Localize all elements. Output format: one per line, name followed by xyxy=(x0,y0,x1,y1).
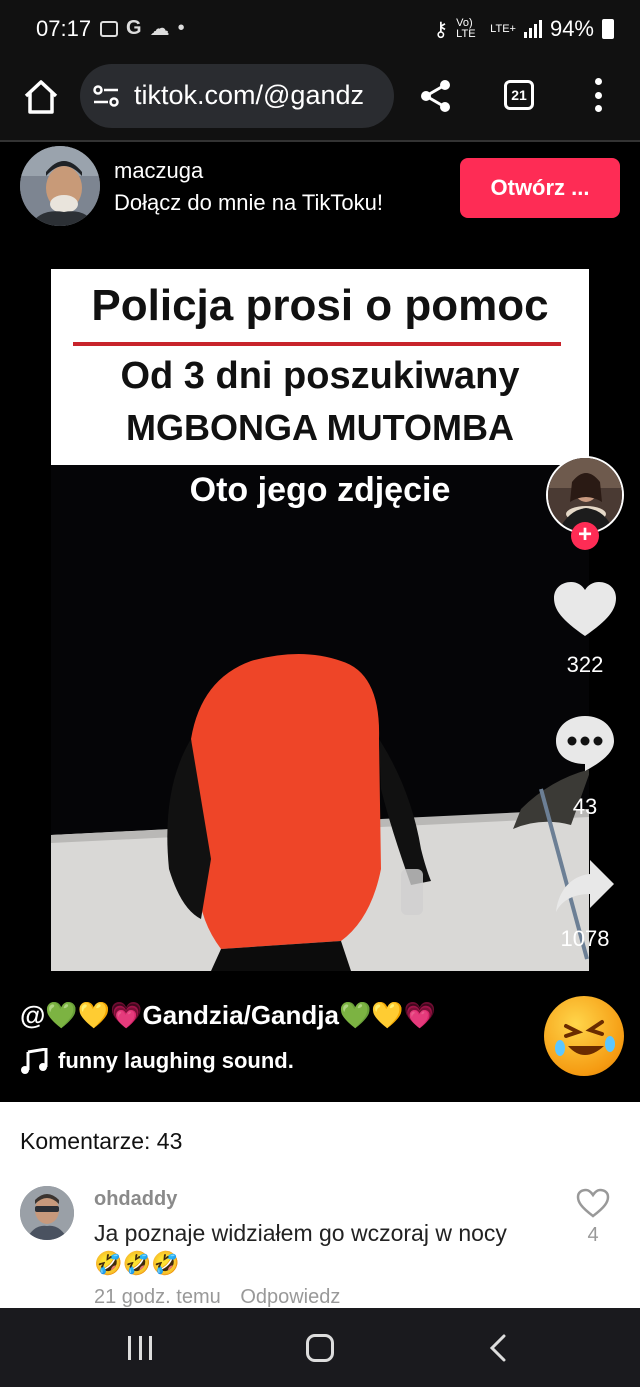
profile-invite-text: Dołącz do mnie na TikToku! xyxy=(114,190,384,215)
sound-name: funny laughing sound. xyxy=(58,1048,294,1073)
profile-avatar[interactable] xyxy=(20,146,100,226)
share-count: 1078 xyxy=(560,926,610,951)
status-time: 07:17 xyxy=(36,16,92,41)
back-button[interactable] xyxy=(488,1334,508,1362)
system-home-button[interactable] xyxy=(306,1334,334,1362)
commenter-avatar[interactable] xyxy=(20,1186,74,1240)
browser-menu-button[interactable] xyxy=(588,78,608,112)
share-button[interactable] xyxy=(552,858,618,914)
recents-button[interactable] xyxy=(128,1336,152,1360)
post-author-credit[interactable]: @💚💛💗Gandzia/Gandja💚💛💗 xyxy=(20,1000,436,1031)
comments-panel: Komentarze: 43 ohdaddy Ja poznaje widzia… xyxy=(0,1102,640,1308)
video-subheadline: Od 3 dni poszukiwany xyxy=(120,355,520,397)
browser-toolbar: tiktok.com/@gandz 21 xyxy=(0,60,640,140)
video-caption: Oto jego zdjęcie xyxy=(189,471,451,509)
comment-like-count: 4 xyxy=(587,1224,599,1246)
share-page-button[interactable] xyxy=(418,78,454,114)
signal-icon xyxy=(523,20,542,38)
comment-like-icon[interactable] xyxy=(576,1188,610,1218)
commenter-avatar-image xyxy=(20,1186,74,1240)
sound-link[interactable]: funny laughing sound. xyxy=(20,1048,294,1074)
site-settings-icon[interactable] xyxy=(92,84,120,108)
commenter-username[interactable]: ohdaddy xyxy=(94,1188,177,1211)
cloud-icon: ☁ xyxy=(149,18,170,40)
battery-icon xyxy=(602,19,614,39)
calendar-icon xyxy=(100,20,118,37)
profile-banner: maczuga Dołącz do mnie na TikToku! Otwór… xyxy=(0,142,640,240)
comment-text: Ja poznaje widziałem go wczoraj w nocy🤣🤣… xyxy=(94,1220,507,1276)
video-frame[interactable]: Policja prosi o pomoc Od 3 dni poszukiwa… xyxy=(51,269,589,971)
comment-count: 43 xyxy=(572,794,598,819)
video-headline: Policja prosi o pomoc xyxy=(91,281,549,330)
network-label: Vo) LTE xyxy=(456,17,476,40)
comment-icon xyxy=(556,716,614,771)
like-button[interactable] xyxy=(552,582,618,638)
follow-plus-button[interactable]: + xyxy=(571,522,599,550)
system-navigation-bar xyxy=(0,1308,640,1387)
battery-percent: 94% xyxy=(549,16,594,41)
laughing-emoji-icon xyxy=(555,1020,615,1056)
key-icon: ⚷ xyxy=(433,18,449,41)
comments-heading: Komentarze: 43 xyxy=(20,1128,183,1154)
status-bar: 07:17 G ☁ • ⚷ Vo) LTE LTE+ 94% xyxy=(0,0,640,60)
open-app-button[interactable]: Otwórz ... xyxy=(460,158,620,218)
address-bar[interactable]: tiktok.com/@gandz xyxy=(80,64,394,128)
video-name-line: MGBONGA MUTOMBA xyxy=(126,407,514,448)
like-count: 322 xyxy=(566,652,604,677)
home-button[interactable] xyxy=(20,76,62,118)
music-note-icon xyxy=(21,1048,48,1074)
google-icon: G xyxy=(126,17,142,39)
status-right-icons: ⚷ Vo) LTE LTE+ 94% xyxy=(434,16,614,42)
profile-username: maczuga xyxy=(114,158,204,183)
data-label: LTE+ xyxy=(490,23,516,35)
comment-button[interactable] xyxy=(552,714,618,772)
reply-button[interactable]: Odpowiedz xyxy=(240,1286,340,1308)
comment-meta: 21 godz. temu Odpowiedz xyxy=(94,1286,354,1308)
tabs-button[interactable]: 21 xyxy=(504,80,534,110)
url-text: tiktok.com/@gandz xyxy=(134,80,365,110)
dot-icon: • xyxy=(177,17,185,39)
home-icon xyxy=(24,80,58,114)
share-arrow-icon xyxy=(556,860,614,912)
share-icon xyxy=(421,80,450,112)
comment-time: 21 godz. temu xyxy=(94,1286,221,1308)
headline-divider xyxy=(73,342,561,346)
avatar-image xyxy=(20,146,100,226)
status-left-icons: G ☁ • xyxy=(100,16,185,41)
sound-disc[interactable] xyxy=(544,996,624,1076)
heart-icon xyxy=(554,582,616,636)
